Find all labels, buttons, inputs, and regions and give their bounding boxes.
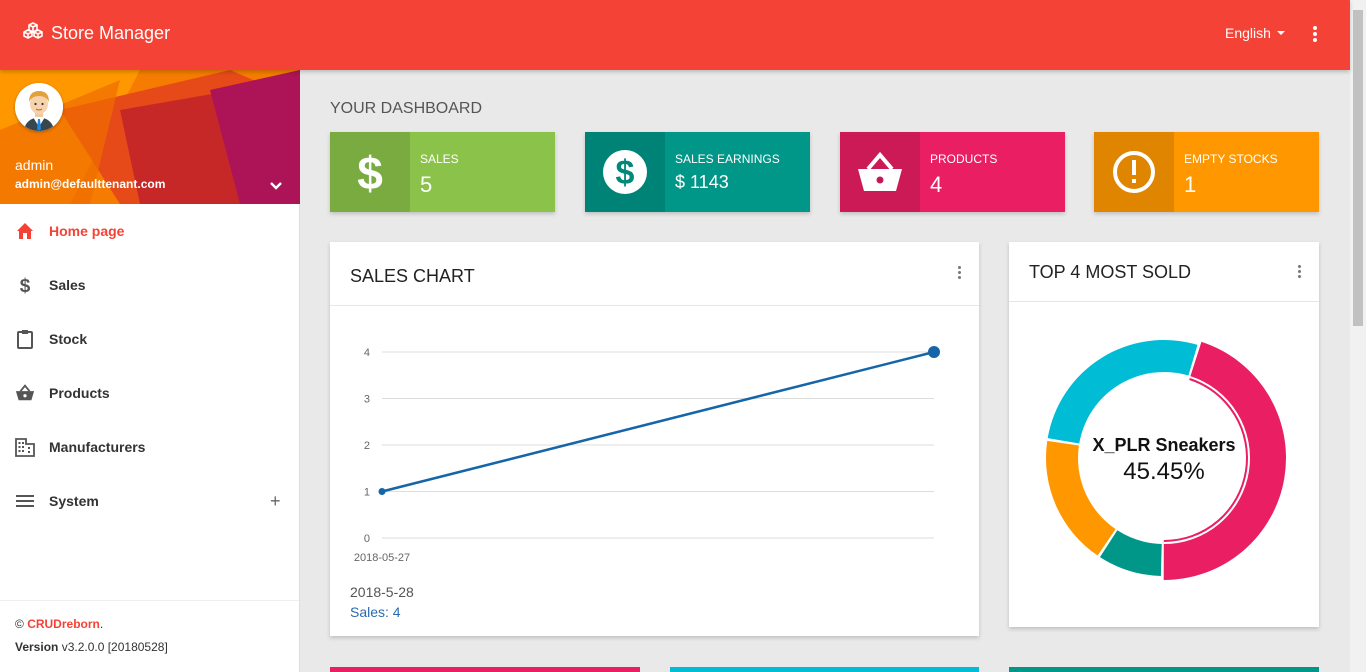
clipboard-icon: [15, 329, 35, 349]
sales-line-chart: 0 1 2 3 4 2018-05-27: [354, 346, 940, 564]
svg-text:$: $: [357, 149, 383, 195]
sidebar-item-label: Stock: [49, 331, 88, 347]
user-info-panel: admin admin@defaulttenant.com: [0, 70, 300, 204]
alert-circle-icon: [1094, 132, 1174, 212]
user-name: admin: [15, 157, 54, 173]
donut-center-name: X_PLR Sneakers: [1092, 435, 1236, 455]
sidebar-item-label: Products: [49, 385, 110, 401]
y-tick-label: 0: [364, 533, 370, 545]
cubes-logo-icon: [22, 22, 44, 45]
dollar-sign-icon: $: [330, 132, 410, 212]
more-vert-icon[interactable]: [1296, 265, 1302, 281]
card-header: TOP 4 MOST SOLD: [1009, 242, 1319, 302]
copyright-symbol: ©: [15, 617, 28, 631]
chart-tooltip-date: 2018-5-28: [350, 584, 414, 600]
sales-chart-card: SALES CHART 0 1 2 3 4 2018-05-27 2018-5-28 Sa…: [330, 242, 979, 636]
data-point[interactable]: [378, 488, 386, 495]
svg-text:$: $: [20, 276, 31, 295]
card-header: SALES CHART: [330, 242, 979, 306]
next-card-strip: [330, 667, 640, 672]
dollar-icon: $: [15, 275, 35, 295]
y-tick-label: 1: [364, 487, 370, 499]
card-title: SALES CHART: [350, 266, 475, 286]
y-tick-label: 3: [364, 394, 370, 406]
chart-tooltip-value: Sales: 4: [350, 604, 401, 620]
menu-icon: [15, 491, 35, 511]
version-line: Version v3.2.0.0 [20180528]: [15, 640, 284, 654]
sidebar-item-label: System: [49, 493, 99, 509]
info-box-label: SALES EARNINGS: [675, 152, 780, 166]
version-label: Version: [15, 640, 59, 654]
dollar-circle-icon: $: [585, 132, 665, 212]
sidebar-item-label: Home page: [49, 223, 125, 239]
donut-slice[interactable]: [1047, 340, 1198, 444]
sidebar-item-label: Sales: [49, 277, 86, 293]
copyright-period: .: [99, 617, 104, 631]
basket-icon: [840, 132, 920, 212]
language-dropdown[interactable]: English: [1225, 25, 1285, 41]
info-box-sales[interactable]: $ SALES 5: [330, 132, 555, 212]
building-icon: [15, 437, 35, 457]
page-scrollbar[interactable]: [1350, 0, 1366, 672]
app-brand[interactable]: Store Manager: [22, 22, 170, 45]
avatar[interactable]: [15, 83, 63, 131]
caret-down-icon: [1276, 31, 1285, 35]
scrollbar-thumb[interactable]: [1353, 10, 1363, 326]
y-tick-label: 4: [364, 347, 370, 359]
page-title: YOUR DASHBOARD: [330, 100, 483, 117]
sidebar-item-stock[interactable]: Stock: [0, 312, 299, 366]
chevron-down-icon[interactable]: [268, 178, 284, 194]
copyright-line: © CRUDreborn.: [15, 617, 284, 631]
sidebar: admin admin@defaulttenant.com Home page …: [0, 70, 300, 672]
data-point[interactable]: [928, 346, 940, 358]
basket-icon: [15, 383, 35, 403]
sidebar-item-sales[interactable]: $ Sales: [0, 258, 299, 312]
info-box-sales-earnings[interactable]: $ SALES EARNINGS $ 1143: [585, 132, 810, 212]
company-link[interactable]: CRUDreborn: [27, 617, 100, 631]
info-box-products[interactable]: PRODUCTS 4: [840, 132, 1065, 212]
app-title: Store Manager: [51, 23, 171, 43]
expand-plus-icon[interactable]: +: [270, 491, 281, 512]
more-vert-icon[interactable]: [1308, 26, 1322, 46]
language-label: English: [1225, 25, 1271, 41]
info-box-value: 1: [1184, 172, 1197, 197]
x-tick-label: 2018-05-27: [354, 552, 410, 564]
info-box-label: SALES: [420, 152, 459, 166]
top-navbar: Store Manager English: [0, 0, 1350, 70]
info-box-label: EMPTY STOCKS: [1184, 152, 1278, 166]
info-box-value: $ 1143: [675, 172, 729, 192]
series-line: [381, 350, 935, 493]
user-email: admin@defaulttenant.com: [15, 177, 166, 191]
more-vert-icon[interactable]: [956, 266, 962, 282]
top-sold-card: TOP 4 MOST SOLD X_PLR Sneakers 45.45%: [1009, 242, 1319, 627]
home-icon: [15, 221, 35, 241]
sidebar-footer: © CRUDreborn. Version v3.2.0.0 [20180528…: [0, 600, 299, 672]
sidebar-item-manufacturers[interactable]: Manufacturers: [0, 420, 299, 474]
next-card-strip: [1009, 667, 1319, 672]
sidebar-item-products[interactable]: Products: [0, 366, 299, 420]
sidebar-item-home[interactable]: Home page: [0, 204, 299, 258]
y-tick-label: 2: [364, 440, 370, 452]
svg-text:$: $: [616, 154, 635, 192]
card-title: TOP 4 MOST SOLD: [1029, 262, 1192, 282]
next-card-strip: [670, 667, 979, 672]
info-box-label: PRODUCTS: [930, 152, 998, 166]
sidebar-item-label: Manufacturers: [49, 439, 146, 455]
info-box-empty-stocks[interactable]: EMPTY STOCKS 1: [1094, 132, 1319, 212]
sidebar-menu: Home page $ Sales Stock Products Manufac…: [0, 204, 299, 528]
info-box-value: 5: [420, 172, 433, 197]
version-value: v3.2.0.0 [20180528]: [58, 640, 168, 654]
info-box-value: 4: [930, 172, 943, 197]
donut-center-value: 45.45%: [1123, 458, 1205, 485]
sidebar-item-system[interactable]: System +: [0, 474, 299, 528]
